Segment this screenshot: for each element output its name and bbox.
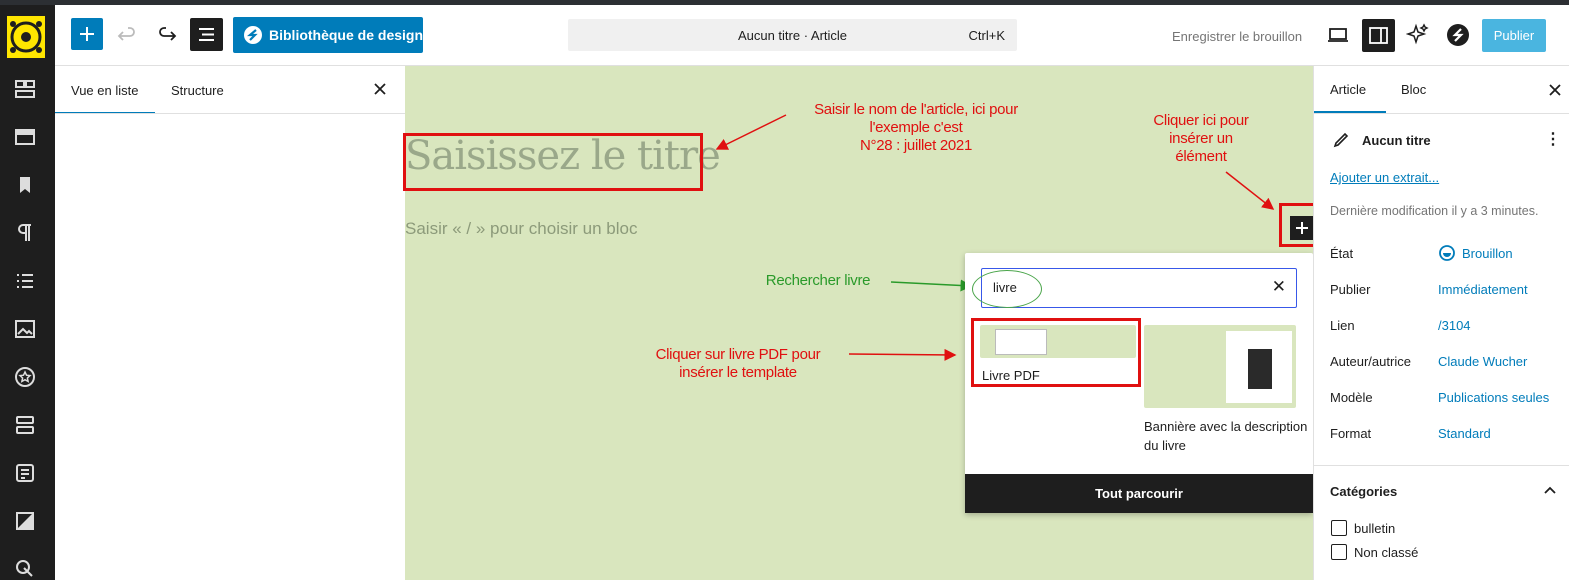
chevron-up-icon[interactable] xyxy=(1543,483,1557,497)
divider xyxy=(1314,113,1569,114)
format-label: Format xyxy=(1330,426,1372,441)
more-options-icon[interactable]: ⋮ xyxy=(1545,129,1561,149)
tab-block[interactable]: Bloc xyxy=(1401,82,1426,97)
browse-all-button[interactable]: Tout parcourir xyxy=(965,474,1313,513)
author-value[interactable]: Claude Wucher xyxy=(1438,354,1527,369)
draft-status-icon xyxy=(1439,245,1455,261)
publish-value[interactable]: Immédiatement xyxy=(1438,282,1528,297)
template-label: Modèle xyxy=(1330,390,1373,405)
post-title-summary: Aucun titre xyxy=(1362,133,1431,148)
status-label: État xyxy=(1330,246,1354,261)
category-label[interactable]: bulletin xyxy=(1354,521,1395,536)
arrow-search xyxy=(890,279,973,292)
pattern-preview-banniere[interactable] xyxy=(1144,325,1296,408)
add-excerpt-link[interactable]: Ajouter un extrait... xyxy=(1330,170,1439,185)
pattern-label-line: du livre xyxy=(1144,438,1186,453)
clear-search-icon[interactable]: ✕ xyxy=(1272,277,1286,297)
link-value[interactable]: /3104 xyxy=(1438,318,1471,333)
pattern-label[interactable]: Bannière avec la description du livre xyxy=(1144,417,1307,455)
pdf-highlight-box xyxy=(971,318,1141,387)
pattern-label-line: Bannière avec la description xyxy=(1144,419,1308,434)
search-highlight-oval xyxy=(972,270,1042,308)
link-label: Lien xyxy=(1330,318,1355,333)
arrow-pdf xyxy=(848,348,957,361)
close-icon[interactable] xyxy=(1548,83,1562,97)
category-label[interactable]: Non classé xyxy=(1354,545,1418,560)
tab-article[interactable]: Article xyxy=(1330,82,1366,97)
status-value[interactable]: Brouillon xyxy=(1462,246,1513,261)
arrow-insert xyxy=(1225,171,1275,210)
last-modified-text: Dernière modification il y a 3 minutes. xyxy=(1330,204,1539,218)
format-value[interactable]: Standard xyxy=(1438,426,1491,441)
preview-image-area xyxy=(1226,331,1292,403)
publish-label: Publier xyxy=(1330,282,1371,297)
author-label: Auteur/autrice xyxy=(1330,354,1411,369)
post-pen-icon xyxy=(1333,132,1349,148)
arrow-title xyxy=(715,114,787,150)
categories-heading[interactable]: Catégories xyxy=(1330,484,1397,499)
category-checkbox[interactable] xyxy=(1331,520,1347,536)
book-cover-preview xyxy=(1248,349,1272,389)
divider xyxy=(1314,465,1569,466)
template-value[interactable]: Publications seules xyxy=(1438,390,1549,405)
category-checkbox[interactable] xyxy=(1331,544,1347,560)
